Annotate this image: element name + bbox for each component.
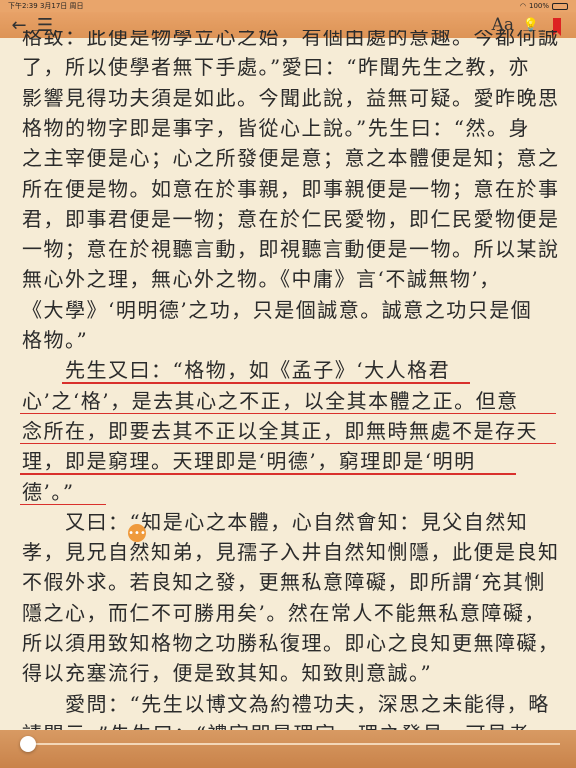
- progress-track[interactable]: [28, 743, 560, 745]
- battery-percent: 100%: [528, 2, 549, 10]
- text-line: 孝，見兄自然知弟，見孺子入井自然知惻隱，此便是良知: [22, 540, 560, 565]
- progress-slider-thumb[interactable]: [20, 736, 36, 752]
- text-line: 格物的物字即是事字，皆從心上說。”先生曰：“然。身: [22, 115, 530, 140]
- status-right: ◠ 100%: [520, 2, 568, 10]
- text-line: 愛問：“先生以博文為約禮功夫，深思之未能得，略: [22, 691, 550, 716]
- reading-content[interactable]: 格致：此便是物學立心之始，有個由處的意趣。今都何誠了，所以使學者無下手處。”愛曰…: [0, 30, 576, 730]
- text-line: 無心外之理，無心外之物。《中庸》言‘不誠無物’，: [22, 267, 501, 292]
- text-line: 影響見得功夫須是如此。今聞此說，益無可疑。愛昨晚思: [22, 85, 560, 110]
- text-line: 心’之‘格’，是去其心之不正，以全其本體之正。但意: [22, 388, 519, 413]
- highlight-underline: [20, 442, 556, 445]
- text-line: 隱之心，而仁不可勝用矣’。然在常人不能無私意障礙，: [22, 600, 546, 625]
- battery-icon: [552, 2, 568, 10]
- text-line: 之主宰便是心；心之所發便是意；意之本體便是知；意之: [22, 146, 560, 171]
- text-line: 所以須用致知格物之功勝私復理。即心之良知更無障礙，: [22, 631, 560, 655]
- text-line: 得以充塞流行，便是致其知。知致則意誠。”: [22, 661, 433, 686]
- text-line: 格致：此便是物學立心之始，有個由處的意趣。今都何誠: [22, 30, 560, 49]
- text-line: 了，所以使學者無下手處。”愛曰：“昨聞先生之教，亦: [22, 55, 530, 80]
- text-line: 請開示。”先生曰：“禮字即是理字。理之發見，可見者: [22, 719, 530, 730]
- text-line: 先生又曰：“格物，如《孟子》‘大人格君: [22, 358, 451, 383]
- note-icon[interactable]: •••: [128, 524, 146, 542]
- text-line: 理，即是窮理。天理即是‘明德’，窮理即是‘明明: [22, 449, 476, 474]
- text-line: 君，即事君便是一物；意在於仁民愛物，即仁民愛物便是: [22, 206, 560, 231]
- highlight-underline: [62, 382, 470, 384]
- text-line: 一物；意在於視聽言動，即視聽言動便是一物。所以某說: [22, 237, 560, 262]
- wifi-icon: ◠: [519, 2, 526, 10]
- text-line: 德’。”: [22, 479, 75, 504]
- bottom-progress-bar: [0, 730, 576, 768]
- highlight-underline: [20, 503, 106, 505]
- highlight-underline: [20, 412, 556, 415]
- status-bar: 下午2:39 3月17日 周日 ◠ 100%: [0, 0, 576, 12]
- text-line: 《大學》‘明明德’之功，只是個誠意。誠意之功只是個: [22, 297, 533, 322]
- text-line: 又曰：“知是心之本體，心自然會知：見父自然知: [22, 509, 529, 534]
- text-line: 不假外求。若良知之發，更無私意障礙，即所謂‘充其惻: [22, 570, 546, 595]
- text-line: 念所在，即要去其不正以全其正，即無時無處不是存天: [22, 418, 538, 443]
- text-line: 所在便是物。如意在於事親，即事親便是一物；意在於事: [22, 176, 560, 201]
- highlight-underline: [20, 473, 516, 475]
- text-line: 格物。”: [22, 328, 89, 352]
- status-time-date: 下午2:39 3月17日 周日: [8, 2, 84, 10]
